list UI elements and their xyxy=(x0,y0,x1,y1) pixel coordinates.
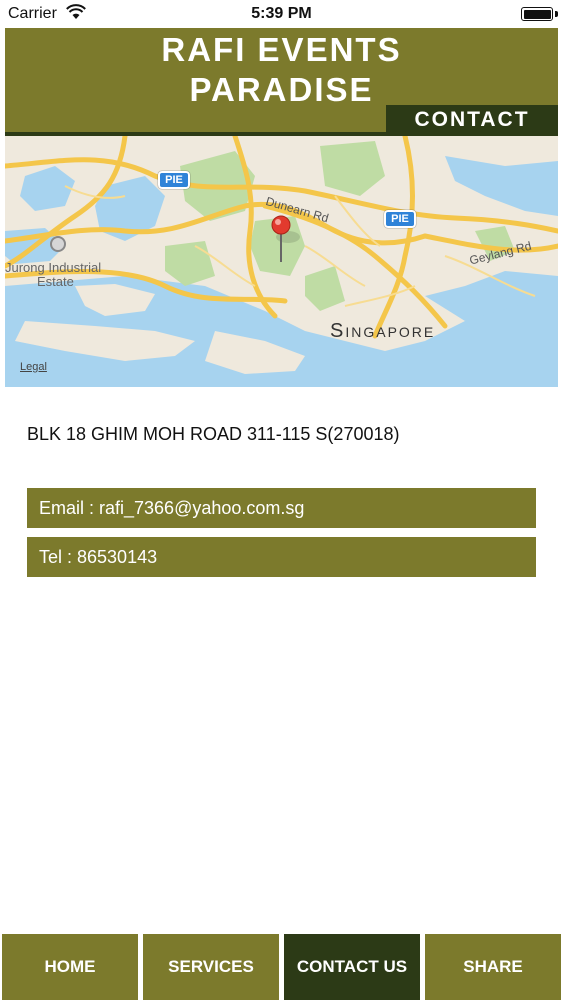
app-title-line1: RAFI EVENTS xyxy=(161,31,402,68)
address-text: BLK 18 GHIM MOH ROAD 311-115 S(270018) xyxy=(27,424,400,444)
tab-share[interactable]: SHARE xyxy=(425,934,561,1000)
tab-bar: HOME SERVICES CONTACT US SHARE xyxy=(0,932,563,1000)
phone-button[interactable]: Tel : 86530143 xyxy=(27,537,536,577)
battery-icon xyxy=(521,7,553,21)
tab-home[interactable]: HOME xyxy=(2,934,138,1000)
map-label-jurong: Jurong Industrial xyxy=(5,260,102,275)
app-header: RAFI EVENTS PARADISE CONTACT xyxy=(5,28,558,135)
location-map[interactable]: Dunearn Rd Geylang Rd PIE PIE Jurong Ind… xyxy=(5,136,558,387)
map-label-jurong-estate: Estate xyxy=(37,274,74,289)
battery-tip xyxy=(555,11,558,17)
app-title: RAFI EVENTS PARADISE xyxy=(5,30,558,110)
app-title-line2: PARADISE xyxy=(189,71,374,108)
expressway-badge-pie-1: PIE xyxy=(158,171,190,189)
map-legal-link[interactable]: Legal xyxy=(20,361,47,373)
tab-contact-us[interactable]: CONTACT US xyxy=(284,934,420,1000)
status-bar: Carrier 5:39 PM xyxy=(0,0,563,28)
email-button[interactable]: Email : rafi_7366@yahoo.com.sg xyxy=(27,488,536,528)
clock: 5:39 PM xyxy=(251,5,312,22)
expressway-badge-pie-2: PIE xyxy=(384,210,416,228)
section-title: CONTACT xyxy=(386,105,558,135)
tab-services[interactable]: SERVICES xyxy=(143,934,279,1000)
battery-level xyxy=(523,9,551,19)
map-label-singapore: Singapore xyxy=(330,320,436,342)
